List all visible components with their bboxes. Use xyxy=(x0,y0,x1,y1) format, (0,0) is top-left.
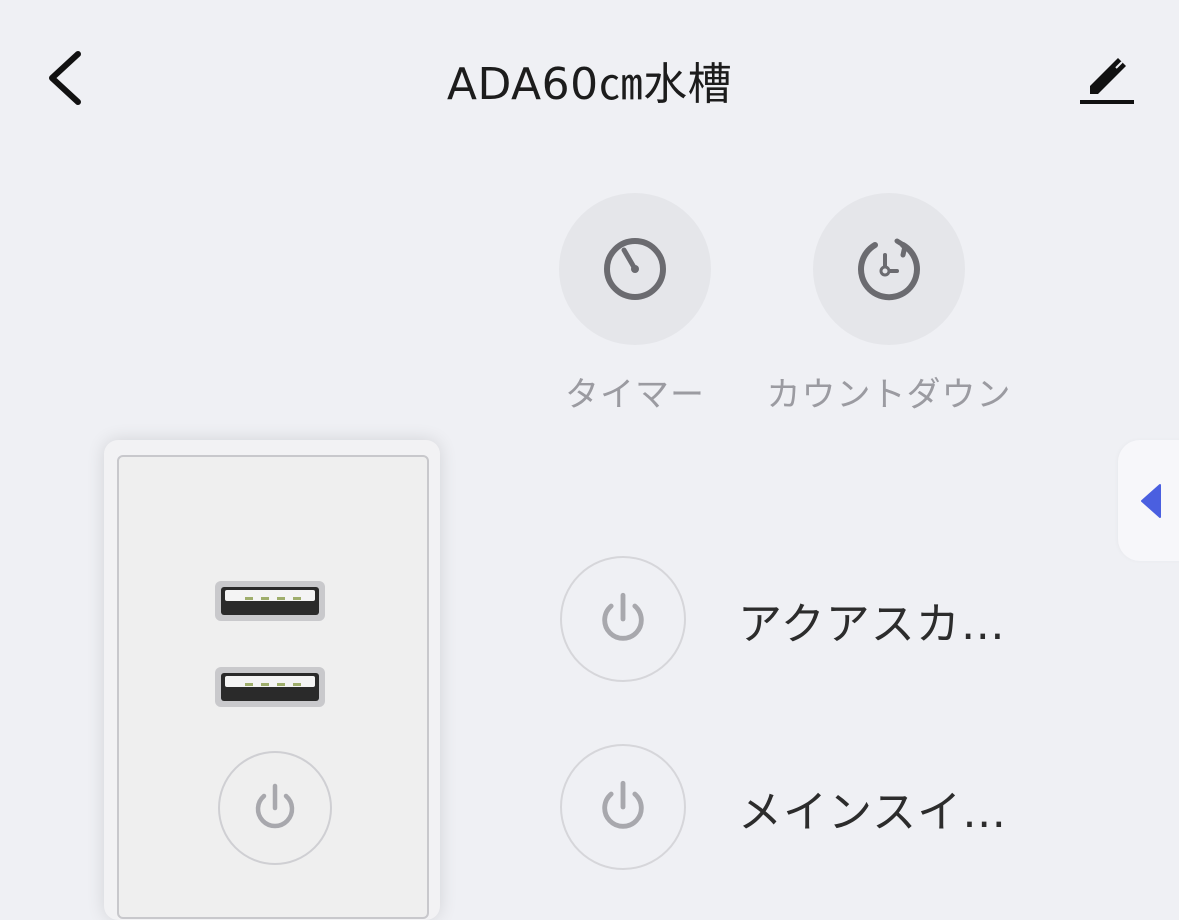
outlet-power-button[interactable] xyxy=(560,744,686,870)
device-power-button[interactable] xyxy=(218,751,332,865)
outlet-name: メインスイ… xyxy=(738,787,1008,838)
page-title: ADA60㎝水槽 xyxy=(446,59,733,110)
power-icon xyxy=(602,780,644,829)
timer-circle xyxy=(559,193,711,345)
usb-port-icon xyxy=(215,667,325,707)
timer-icon xyxy=(604,238,666,300)
drawer-tab[interactable] xyxy=(1118,440,1179,561)
usb-port-icon xyxy=(215,581,325,621)
outlet-power-button[interactable] xyxy=(560,556,686,682)
timer-button[interactable]: タイマー xyxy=(505,193,765,416)
countdown-button[interactable]: カウントダウン xyxy=(759,193,1019,416)
edit-button[interactable] xyxy=(1076,48,1140,112)
outlet-row-main-switch[interactable]: メインスイ… xyxy=(560,744,1040,870)
outlet-name: アクアスカ… xyxy=(738,599,1006,650)
countdown-circle xyxy=(813,193,965,345)
countdown-label: カウントダウン xyxy=(766,375,1012,415)
timer-label: タイマー xyxy=(565,375,705,415)
outlet-row-aquasky[interactable]: アクアスカ… xyxy=(560,556,1040,682)
caret-left-icon xyxy=(1141,484,1161,518)
pencil-icon xyxy=(1080,58,1134,104)
power-icon xyxy=(255,783,295,829)
power-icon xyxy=(602,592,644,641)
countdown-icon xyxy=(858,238,920,301)
